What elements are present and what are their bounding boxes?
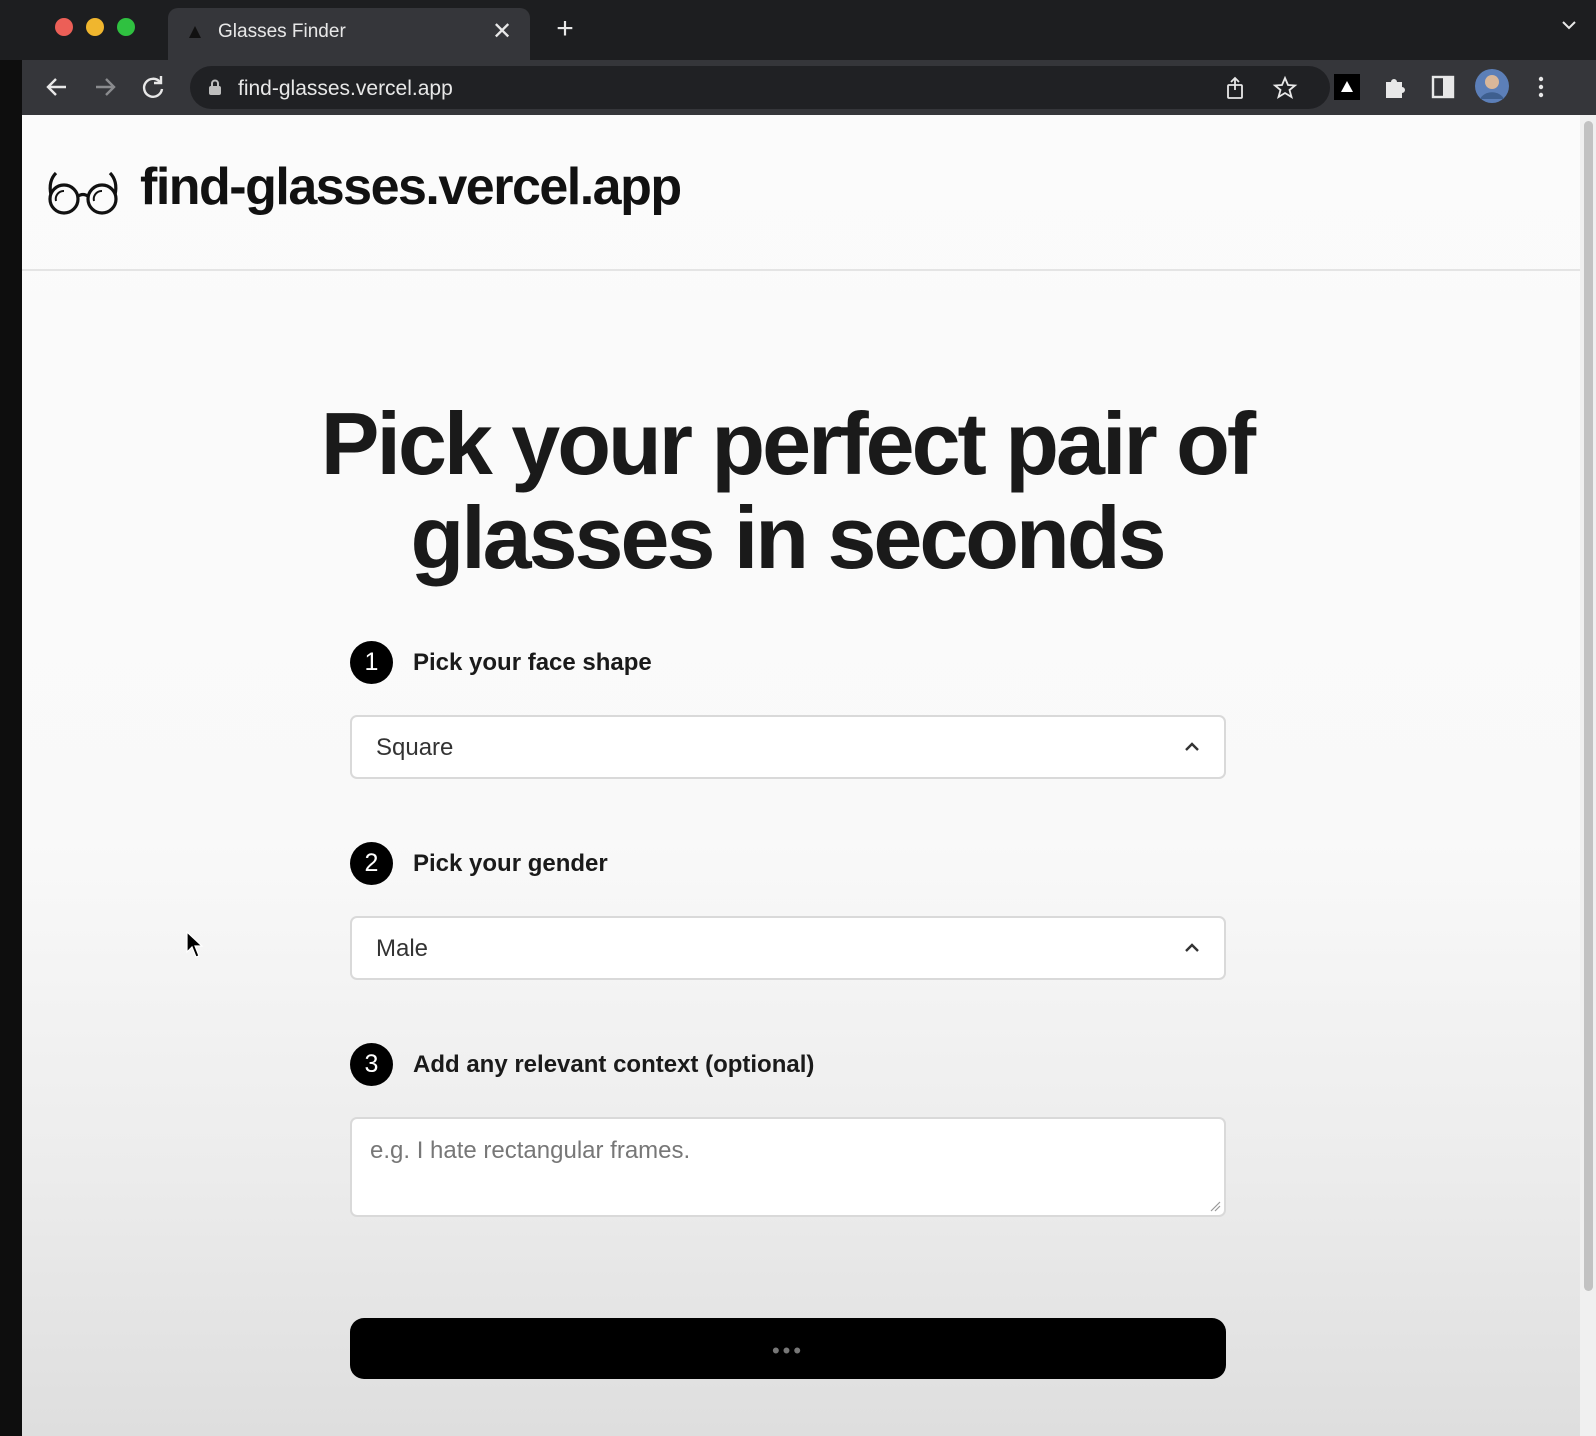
bookmark-star-icon[interactable] <box>1272 75 1298 101</box>
share-icon[interactable] <box>1222 75 1248 101</box>
resize-handle-icon[interactable] <box>1209 1200 1221 1212</box>
forward-arrow-icon[interactable] <box>88 70 122 104</box>
gender-value: Male <box>376 935 429 962</box>
chevron-up-icon <box>1185 943 1199 952</box>
extensions-puzzle-icon[interactable] <box>1380 72 1410 102</box>
maximize-window-button[interactable] <box>117 18 135 36</box>
browser-tab[interactable]: Glasses Finder ✕ <box>168 8 530 60</box>
hero-heading: Pick your perfect pair of glasses in sec… <box>172 397 1402 585</box>
glasses-logo-icon[interactable] <box>46 167 122 219</box>
step-label: Add any relevant context (optional) <box>413 1051 815 1078</box>
new-tab-button[interactable]: + <box>550 14 580 44</box>
minimize-window-button[interactable] <box>86 18 104 36</box>
browser-toolbar: find-glasses.vercel.app <box>22 60 1596 115</box>
screen: Glasses Finder ✕ + find-glasses.vercel.a… <box>0 0 1596 1436</box>
address-bar[interactable]: find-glasses.vercel.app <box>190 66 1330 109</box>
loading-dots-icon: ••• <box>771 1338 805 1363</box>
context-placeholder: e.g. I hate rectangular frames. <box>370 1137 691 1164</box>
tab-close-icon[interactable]: ✕ <box>488 18 516 46</box>
close-window-button[interactable] <box>55 18 73 36</box>
profile-avatar-icon[interactable] <box>1474 68 1510 104</box>
hero-line-1: Pick your perfect pair of <box>320 394 1256 493</box>
desktop-edge <box>0 0 22 1436</box>
step-label: Pick your face shape <box>413 649 652 676</box>
site-header: find-glasses.vercel.app <box>22 115 1580 271</box>
lock-icon[interactable] <box>208 79 222 95</box>
hero-line-2: glasses in seconds <box>410 488 1166 587</box>
browser-menu-icon[interactable] <box>1526 72 1556 102</box>
back-arrow-icon[interactable] <box>40 70 74 104</box>
chevron-up-icon <box>1185 742 1199 751</box>
face-shape-select[interactable]: Square <box>350 715 1226 779</box>
scrollbar-thumb[interactable] <box>1584 121 1593 1291</box>
url-text[interactable]: find-glasses.vercel.app <box>238 77 453 101</box>
mouse-cursor-icon <box>186 931 204 958</box>
side-panel-icon[interactable] <box>1428 72 1458 102</box>
step-number-badge: 1 <box>350 641 393 684</box>
web-page: find-glasses.vercel.app Pick your perfec… <box>22 115 1596 1436</box>
browser-tab-bar: Glasses Finder ✕ + <box>0 0 1596 60</box>
face-shape-value: Square <box>376 734 454 761</box>
context-textarea[interactable]: e.g. I hate rectangular frames. <box>350 1117 1226 1217</box>
submit-button[interactable]: ••• <box>350 1318 1226 1379</box>
site-title[interactable]: find-glasses.vercel.app <box>140 157 682 217</box>
tab-title: Glasses Finder <box>218 21 346 42</box>
step-number-badge: 3 <box>350 1043 393 1086</box>
gender-select[interactable]: Male <box>350 916 1226 980</box>
vercel-favicon-icon <box>189 26 201 38</box>
step-label: Pick your gender <box>413 850 608 877</box>
page-scrollbar[interactable] <box>1580 115 1596 1436</box>
tab-search-chevron-icon[interactable] <box>1560 16 1578 34</box>
step-number-badge: 2 <box>350 842 393 885</box>
vercel-extension-icon[interactable] <box>1332 72 1362 102</box>
reload-icon[interactable] <box>136 70 170 104</box>
